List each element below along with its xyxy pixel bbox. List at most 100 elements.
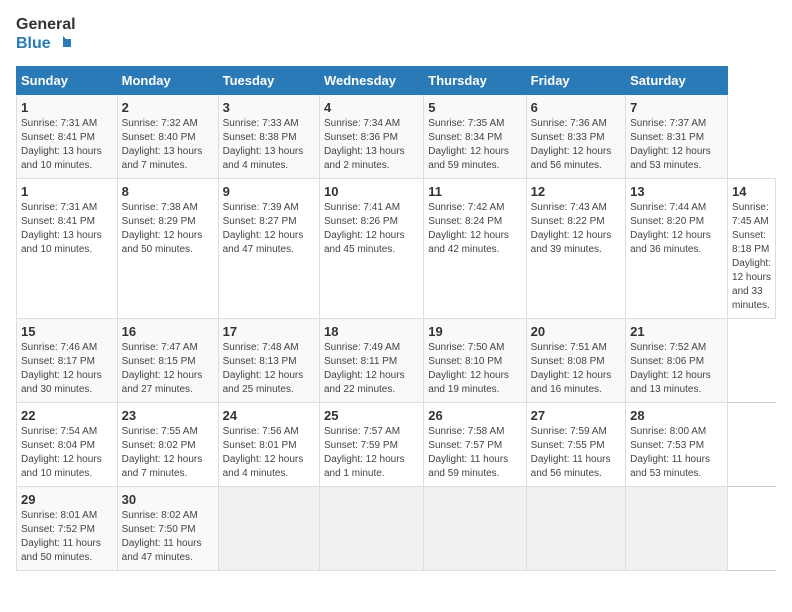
logo-general: General [16,16,76,34]
day-number: 18 [324,324,419,339]
day-info: Sunrise: 7:48 AMSunset: 8:13 PMDaylight:… [223,341,315,397]
day-number: 3 [223,100,315,115]
day-number: 2 [122,100,214,115]
day-number: 26 [428,408,521,423]
day-number: 17 [223,324,315,339]
day-number: 4 [324,100,419,115]
calendar-cell-24: 24Sunrise: 7:56 AMSunset: 8:01 PMDayligh… [218,402,319,486]
calendar-cell-empty [319,486,423,570]
day-number: 20 [531,324,621,339]
day-info: Sunrise: 7:52 AMSunset: 8:06 PMDaylight:… [630,341,723,397]
day-info: Sunrise: 7:44 AMSunset: 8:20 PMDaylight:… [630,201,723,257]
day-info: Sunrise: 7:57 AMSunset: 7:59 PMDaylight:… [324,425,419,481]
day-info: Sunrise: 7:32 AMSunset: 8:40 PMDaylight:… [122,117,214,173]
day-info: Sunrise: 7:50 AMSunset: 8:10 PMDaylight:… [428,341,521,397]
calendar-cell-23: 23 Sunrise: 7:55 AMSunset: 8:02 PMDayligh… [117,402,218,486]
day-info: Sunrise: 8:02 AMSunset: 7:50 PMDaylight:… [122,509,214,565]
day-number: 30 [122,492,214,507]
day-number: 1 [21,184,113,199]
calendar-cell-15: 15 Sunrise: 7:46 AMSunset: 8:17 PMDayligh… [17,318,118,402]
calendar-cell-empty [526,486,625,570]
logo-blue: Blue [16,35,51,53]
calendar-cell-21: 21Sunrise: 7:52 AMSunset: 8:06 PMDayligh… [626,318,728,402]
day-number: 15 [21,324,113,339]
day-info: Sunrise: 7:51 AMSunset: 8:08 PMDaylight:… [531,341,621,397]
day-number: 16 [122,324,214,339]
day-info: Sunrise: 7:37 AMSunset: 8:31 PMDaylight:… [630,117,723,173]
day-info: Sunrise: 7:45 AMSunset: 8:18 PMDaylight:… [732,201,771,313]
calendar-cell-7: 7 Sunrise: 7:37 AMSunset: 8:31 PMDaylight… [626,94,728,178]
day-header-wednesday: Wednesday [319,66,423,94]
day-info: Sunrise: 7:46 AMSunset: 8:17 PMDaylight:… [21,341,113,397]
calendar-row-week2: 1Sunrise: 7:31 AMSunset: 8:41 PMDaylight… [17,178,776,318]
day-number: 25 [324,408,419,423]
calendar-cell-14: 14 Sunrise: 7:45 AMSunset: 8:18 PMDayligh… [728,178,776,318]
logo: General Blue [16,16,76,54]
logo-text: General Blue [16,16,76,54]
day-info: Sunrise: 8:00 AMSunset: 7:53 PMDaylight:… [630,425,723,481]
day-number: 6 [531,100,621,115]
calendar-cell-28: 28 Sunrise: 8:00 AMSunset: 7:53 PMDayligh… [626,402,728,486]
calendar-cell-5: 5Sunrise: 7:35 AMSunset: 8:34 PMDaylight… [424,94,526,178]
calendar-header-row: SundayMondayTuesdayWednesdayThursdayFrid… [17,66,776,94]
day-number: 19 [428,324,521,339]
calendar-cell-8: 8Sunrise: 7:38 AMSunset: 8:29 PMDaylight… [117,178,218,318]
calendar-cell-17: 17 Sunrise: 7:48 AMSunset: 8:13 PMDayligh… [218,318,319,402]
day-info: Sunrise: 7:58 AMSunset: 7:57 PMDaylight:… [428,425,521,481]
day-number: 23 [122,408,214,423]
calendar-cell-13: 13 Sunrise: 7:44 AMSunset: 8:20 PMDayligh… [626,178,728,318]
day-info: Sunrise: 7:43 AMSunset: 8:22 PMDaylight:… [531,201,621,257]
day-number: 11 [428,184,521,199]
day-info: Sunrise: 7:41 AMSunset: 8:26 PMDaylight:… [324,201,419,257]
day-number: 14 [732,184,771,199]
calendar-cell-1: 1Sunrise: 7:31 AMSunset: 8:41 PMDaylight… [17,94,118,178]
day-number: 9 [223,184,315,199]
day-header-thursday: Thursday [424,66,526,94]
day-info: Sunrise: 7:39 AMSunset: 8:27 PMDaylight:… [223,201,315,257]
day-number: 27 [531,408,621,423]
day-info: Sunrise: 7:47 AMSunset: 8:15 PMDaylight:… [122,341,214,397]
day-number: 28 [630,408,723,423]
day-info: Sunrise: 7:33 AMSunset: 8:38 PMDaylight:… [223,117,315,173]
calendar-cell-3: 3 Sunrise: 7:33 AMSunset: 8:38 PMDaylight… [218,94,319,178]
calendar-cell-16: 16 Sunrise: 7:47 AMSunset: 8:15 PMDayligh… [117,318,218,402]
calendar-cell-empty [218,486,319,570]
calendar-row-week1: 1Sunrise: 7:31 AMSunset: 8:41 PMDaylight… [17,94,776,178]
day-info: Sunrise: 7:55 AMSunset: 8:02 PMDaylight:… [122,425,214,481]
calendar-cell-29: 29 Sunrise: 8:01 AMSunset: 7:52 PMDayligh… [17,486,118,570]
day-info: Sunrise: 7:34 AMSunset: 8:36 PMDaylight:… [324,117,419,173]
day-number: 10 [324,184,419,199]
calendar-cell-4: 4 Sunrise: 7:34 AMSunset: 8:36 PMDaylight… [319,94,423,178]
calendar-cell-20: 20 Sunrise: 7:51 AMSunset: 8:08 PMDayligh… [526,318,625,402]
calendar-cell-11: 11 Sunrise: 7:42 AMSunset: 8:24 PMDayligh… [424,178,526,318]
day-header-tuesday: Tuesday [218,66,319,94]
day-info: Sunrise: 7:54 AMSunset: 8:04 PMDaylight:… [21,425,113,481]
day-info: Sunrise: 7:42 AMSunset: 8:24 PMDaylight:… [428,201,521,257]
day-number: 13 [630,184,723,199]
day-info: Sunrise: 7:38 AMSunset: 8:29 PMDaylight:… [122,201,214,257]
calendar-row-week3: 15 Sunrise: 7:46 AMSunset: 8:17 PMDayligh… [17,318,776,402]
calendar-row-week4: 22Sunrise: 7:54 AMSunset: 8:04 PMDayligh… [17,402,776,486]
calendar-cell-10: 10 Sunrise: 7:41 AMSunset: 8:26 PMDayligh… [319,178,423,318]
day-number: 1 [21,100,113,115]
day-number: 29 [21,492,113,507]
calendar-row-week5: 29 Sunrise: 8:01 AMSunset: 7:52 PMDayligh… [17,486,776,570]
day-info: Sunrise: 7:59 AMSunset: 7:55 PMDaylight:… [531,425,621,481]
calendar-cell-27: 27 Sunrise: 7:59 AMSunset: 7:55 PMDayligh… [526,402,625,486]
calendar-cell-6: 6 Sunrise: 7:36 AMSunset: 8:33 PMDaylight… [526,94,625,178]
day-number: 7 [630,100,723,115]
day-header-saturday: Saturday [626,66,728,94]
calendar-table: SundayMondayTuesdayWednesdayThursdayFrid… [16,66,776,571]
day-info: Sunrise: 8:01 AMSunset: 7:52 PMDaylight:… [21,509,113,565]
day-header-sunday: Sunday [17,66,118,94]
calendar-cell-2: 2 Sunrise: 7:32 AMSunset: 8:40 PMDaylight… [117,94,218,178]
day-header-friday: Friday [526,66,625,94]
calendar-cell-19: 19 Sunrise: 7:50 AMSunset: 8:10 PMDayligh… [424,318,526,402]
calendar-cell-26: 26 Sunrise: 7:58 AMSunset: 7:57 PMDayligh… [424,402,526,486]
day-number: 12 [531,184,621,199]
day-info: Sunrise: 7:36 AMSunset: 8:33 PMDaylight:… [531,117,621,173]
calendar-cell-25: 25 Sunrise: 7:57 AMSunset: 7:59 PMDayligh… [319,402,423,486]
logo-icon [53,34,73,54]
calendar-cell-18: 18Sunrise: 7:49 AMSunset: 8:11 PMDayligh… [319,318,423,402]
page-header: General Blue [16,16,776,54]
